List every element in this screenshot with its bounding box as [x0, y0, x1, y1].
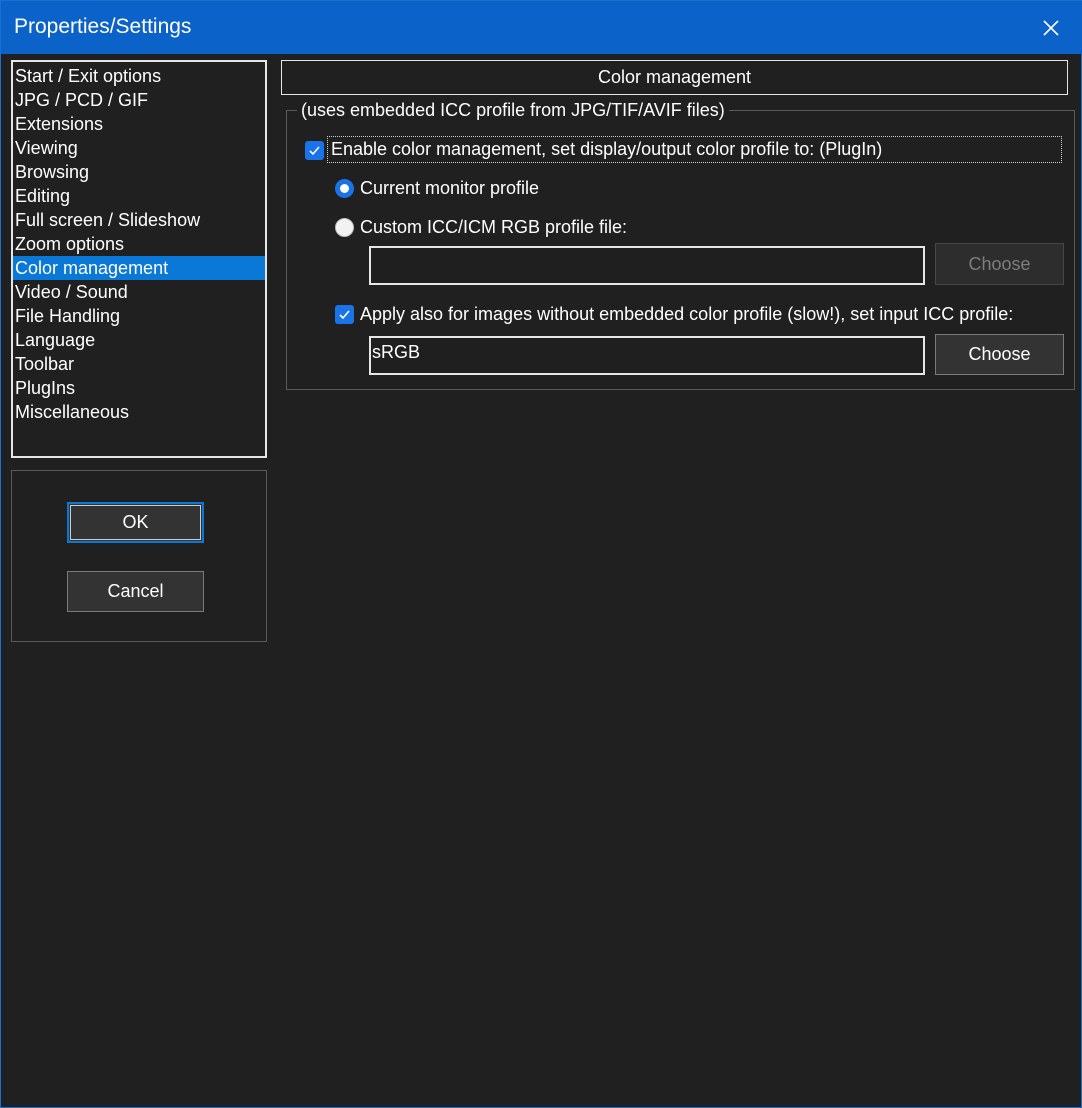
category-item-plugins[interactable]: PlugIns [13, 376, 265, 400]
category-item-fullscreen-slideshow[interactable]: Full screen / Slideshow [13, 208, 265, 232]
checkmark-icon [339, 310, 350, 320]
current-monitor-profile-label[interactable]: Current monitor profile [360, 178, 539, 199]
category-item-toolbar[interactable]: Toolbar [13, 352, 265, 376]
enable-color-management-label[interactable]: Enable color management, set display/out… [331, 139, 882, 160]
apply-without-profile-label[interactable]: Apply also for images without embedded c… [360, 304, 1013, 325]
dialog-buttons-group: OK Cancel [11, 470, 267, 642]
category-item-jpg-pcd-gif[interactable]: JPG / PCD / GIF [13, 88, 265, 112]
category-item-video-sound[interactable]: Video / Sound [13, 280, 265, 304]
title-bar[interactable]: Properties/Settings [1, 1, 1082, 54]
window-title: Properties/Settings [14, 15, 192, 38]
category-item-color-management[interactable]: Color management [13, 256, 265, 280]
cancel-button[interactable]: Cancel [67, 571, 204, 612]
category-item-miscellaneous[interactable]: Miscellaneous [13, 400, 265, 424]
category-item-zoom-options[interactable]: Zoom options [13, 232, 265, 256]
category-item-viewing[interactable]: Viewing [13, 136, 265, 160]
close-button[interactable] [1019, 1, 1082, 54]
custom-profile-label[interactable]: Custom ICC/ICM RGB profile file: [360, 217, 627, 238]
group-legend: (uses embedded ICC profile from JPG/TIF/… [297, 100, 729, 121]
choose-custom-profile-button[interactable]: Choose [935, 243, 1064, 285]
enable-color-management-checkbox[interactable] [305, 141, 324, 160]
category-item-language[interactable]: Language [13, 328, 265, 352]
settings-window: Properties/Settings Start / Exit options… [0, 0, 1082, 1108]
apply-without-profile-checkbox[interactable] [335, 305, 354, 324]
current-monitor-profile-radio[interactable] [335, 179, 354, 198]
category-item-browsing[interactable]: Browsing [13, 160, 265, 184]
category-item-start-exit[interactable]: Start / Exit options [13, 64, 265, 88]
close-icon [1043, 19, 1059, 36]
ok-button[interactable]: OK [67, 502, 204, 543]
input-icc-profile-field[interactable]: sRGB [369, 336, 925, 375]
checkmark-icon [309, 146, 320, 156]
category-item-editing[interactable]: Editing [13, 184, 265, 208]
category-list[interactable]: Start / Exit options JPG / PCD / GIF Ext… [11, 60, 267, 458]
panel-title: Color management [281, 60, 1068, 95]
choose-input-profile-button[interactable]: Choose [935, 334, 1064, 375]
custom-profile-path-input[interactable] [369, 246, 925, 285]
category-item-file-handling[interactable]: File Handling [13, 304, 265, 328]
category-item-extensions[interactable]: Extensions [13, 112, 265, 136]
custom-profile-radio[interactable] [335, 218, 354, 237]
